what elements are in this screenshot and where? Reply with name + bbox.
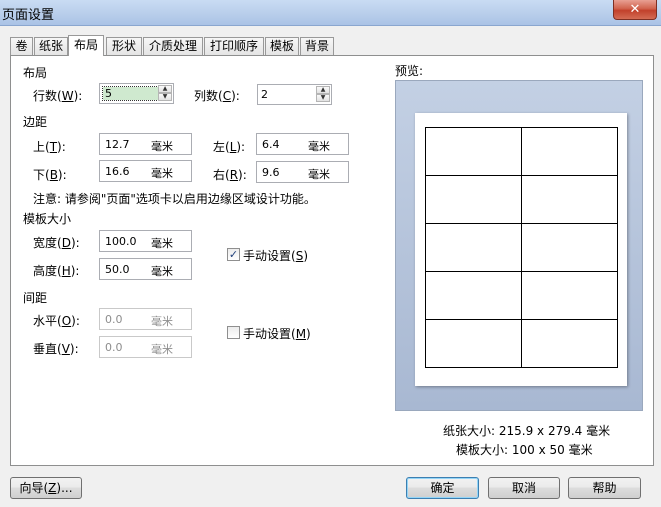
bottom-margin-unit: 毫米 <box>151 167 173 180</box>
preview-label: 预览: <box>395 64 424 78</box>
left-margin-field[interactable]: 6.4 毫米 <box>256 133 349 155</box>
horizontal-spacing-label: 水平(O): <box>33 314 80 328</box>
preview-paper <box>415 113 627 386</box>
template-size-section-divider <box>76 217 374 218</box>
tab-media-handling[interactable]: 介质处理 <box>143 37 203 55</box>
preview-label-cell <box>425 175 522 224</box>
left-margin-unit: 毫米 <box>308 140 330 153</box>
spin-down-icon[interactable]: ▼ <box>316 94 330 102</box>
spin-down-icon[interactable]: ▼ <box>158 93 172 101</box>
cols-value[interactable]: 2 <box>261 88 268 101</box>
close-button[interactable]: ✕ <box>613 0 657 20</box>
template-manual-checkbox[interactable]: ✓ <box>227 248 240 261</box>
title-bar: 页面设置 ✕ <box>0 0 661 26</box>
vertical-spacing-unit: 毫米 <box>151 343 173 356</box>
preview-label-cell <box>521 127 618 176</box>
rows-label: 行数(W): <box>33 89 83 103</box>
checkmark-icon: ✓ <box>228 248 239 261</box>
right-margin-label: 右(R): <box>213 168 247 182</box>
height-label: 高度(H): <box>33 264 80 278</box>
margin-section-divider <box>56 120 374 121</box>
template-height-unit: 毫米 <box>151 265 173 278</box>
preview-label-cell <box>425 271 522 320</box>
preview-label-cell <box>521 223 618 272</box>
help-button[interactable]: 帮助 <box>568 477 641 499</box>
horizontal-spacing-field[interactable]: 0.0 毫米 <box>99 308 192 330</box>
layout-tab-panel: 布局 行数(W): 5 ▲ ▼ 列数(C): 2 ▲ ▼ 边距 上(T): 12… <box>10 55 654 466</box>
rows-spin-buttons: ▲ ▼ <box>158 85 172 102</box>
bottom-margin-field[interactable]: 16.6 毫米 <box>99 160 192 182</box>
tab-shape[interactable]: 形状 <box>106 37 142 55</box>
tab-paper[interactable]: 纸张 <box>34 37 68 55</box>
vertical-spacing-label: 垂直(V): <box>33 342 79 356</box>
tab-template[interactable]: 模板 <box>265 37 299 55</box>
cols-spin-buttons: ▲ ▼ <box>316 86 330 103</box>
vertical-spacing-field[interactable]: 0.0 毫米 <box>99 336 192 358</box>
window-title: 页面设置 <box>2 8 55 23</box>
margin-section-label: 边距 <box>23 115 48 129</box>
rows-value[interactable]: 5 <box>102 86 161 101</box>
tab-background[interactable]: 背景 <box>300 37 334 55</box>
preview-label-cell <box>425 127 522 176</box>
layout-section-divider <box>56 71 374 72</box>
tab-print-order[interactable]: 打印顺序 <box>204 37 264 55</box>
spacing-manual-checkbox[interactable] <box>227 326 240 339</box>
top-margin-label: 上(T): <box>33 140 66 154</box>
paper-size-text: 纸张大小: 215.9 x 279.4 毫米 <box>443 424 611 438</box>
preview-label-cell <box>425 223 522 272</box>
width-label: 宽度(D): <box>33 236 80 250</box>
template-width-value[interactable]: 100.0 <box>105 235 137 248</box>
bottom-margin-value[interactable]: 16.6 <box>105 165 130 178</box>
spin-up-icon[interactable]: ▲ <box>316 86 330 94</box>
spacing-section-divider <box>56 296 374 297</box>
preview-label-cell <box>521 271 618 320</box>
cancel-button[interactable]: 取消 <box>488 477 560 499</box>
tab-layout[interactable]: 布局 <box>68 35 104 56</box>
preview-area <box>395 80 643 411</box>
template-width-field[interactable]: 100.0 毫米 <box>99 230 192 252</box>
right-margin-field[interactable]: 9.6 毫米 <box>256 161 349 183</box>
top-margin-value[interactable]: 12.7 <box>105 138 130 151</box>
preview-label-cell <box>521 175 618 224</box>
top-margin-unit: 毫米 <box>151 140 173 153</box>
tab-volume[interactable]: 卷 <box>10 37 33 55</box>
cols-label: 列数(C): <box>194 89 240 103</box>
bottom-margin-label: 下(B): <box>33 168 67 182</box>
template-height-value[interactable]: 50.0 <box>105 263 130 276</box>
top-margin-field[interactable]: 12.7 毫米 <box>99 133 192 155</box>
preview-grid <box>425 127 618 368</box>
close-icon: ✕ <box>629 2 641 17</box>
ok-button[interactable]: 确定 <box>406 477 479 499</box>
horizontal-spacing-unit: 毫米 <box>151 315 173 328</box>
template-width-unit: 毫米 <box>151 237 173 250</box>
left-margin-value[interactable]: 6.4 <box>262 138 280 151</box>
spacing-manual-label[interactable]: 手动设置(M) <box>243 325 311 342</box>
spin-up-icon[interactable]: ▲ <box>158 85 172 93</box>
template-manual-label[interactable]: 手动设置(S) <box>243 247 308 264</box>
preview-label-cell <box>521 319 618 368</box>
right-margin-value[interactable]: 9.6 <box>262 166 280 179</box>
template-size-text: 模板大小: 100 x 50 毫米 <box>456 443 593 457</box>
horizontal-spacing-value[interactable]: 0.0 <box>105 313 123 326</box>
spacing-section-label: 间距 <box>23 291 48 305</box>
left-margin-label: 左(L): <box>213 140 246 154</box>
vertical-spacing-value[interactable]: 0.0 <box>105 341 123 354</box>
wizard-button[interactable]: 向导(Z)... <box>10 477 82 499</box>
rows-spinner[interactable]: 5 ▲ ▼ <box>99 83 174 104</box>
preview-label-cell <box>425 319 522 368</box>
margin-note: 注意: 请参阅"页面"选项卡以启用边缘区域设计功能。 <box>33 192 316 206</box>
template-size-section-label: 模板大小 <box>23 212 72 226</box>
cols-spinner[interactable]: 2 ▲ ▼ <box>257 84 332 105</box>
right-margin-unit: 毫米 <box>308 168 330 181</box>
template-height-field[interactable]: 50.0 毫米 <box>99 258 192 280</box>
layout-section-label: 布局 <box>23 66 48 80</box>
